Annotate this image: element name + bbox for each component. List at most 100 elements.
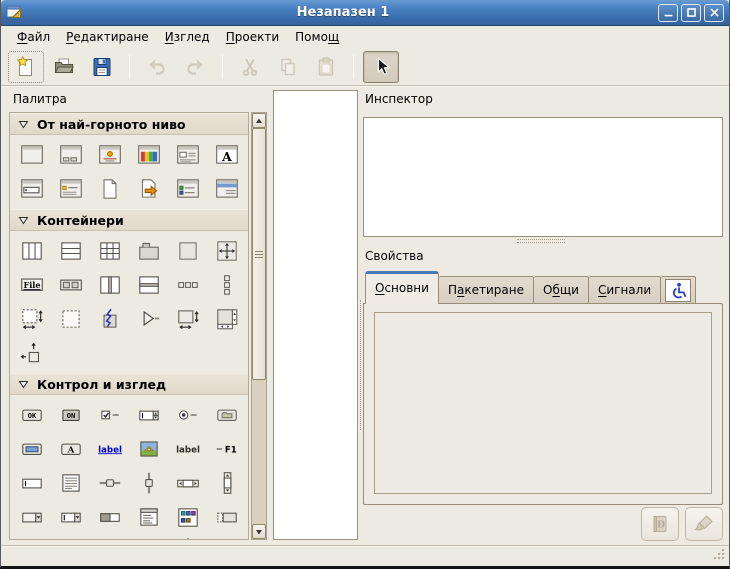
documentation-button[interactable]: D bbox=[641, 507, 679, 541]
inspector-view[interactable] bbox=[363, 117, 723, 237]
scroll-up-button[interactable] bbox=[252, 113, 266, 128]
palette-item-check-button[interactable] bbox=[90, 398, 129, 432]
copy-button[interactable] bbox=[270, 51, 306, 83]
palette-item-viewport[interactable] bbox=[51, 302, 90, 336]
tab-common[interactable]: Общи bbox=[534, 276, 589, 304]
palette-item-message-dialog[interactable] bbox=[90, 138, 129, 172]
close-icon bbox=[707, 5, 722, 20]
edit-widget-button[interactable] bbox=[685, 507, 723, 541]
palette-item-statusbar[interactable] bbox=[90, 534, 129, 540]
palette-item-vbuttonbox[interactable] bbox=[207, 268, 246, 302]
palette-item-fixed[interactable] bbox=[207, 234, 246, 268]
close-button[interactable] bbox=[704, 4, 724, 22]
palette-item-dialog[interactable] bbox=[51, 138, 90, 172]
palette-item-vbox[interactable] bbox=[51, 234, 90, 268]
palette-item-hscrollbar[interactable] bbox=[168, 466, 207, 500]
palette-item-file-chooser-button[interactable] bbox=[207, 398, 246, 432]
save-button[interactable] bbox=[84, 51, 120, 83]
palette-section-header-1[interactable]: Контейнери bbox=[10, 209, 248, 231]
palette-item-color-button[interactable] bbox=[12, 432, 51, 466]
menu-edit[interactable]: Редактиране bbox=[58, 28, 157, 46]
palette-item-hpaned[interactable] bbox=[90, 268, 129, 302]
palette-item-alignment[interactable] bbox=[12, 336, 51, 370]
palette-section-header-0[interactable]: От най-горното ниво bbox=[10, 113, 248, 135]
window-resize-grip[interactable] bbox=[711, 546, 726, 564]
layout-icon bbox=[19, 306, 45, 332]
palette-item-label[interactable]: label bbox=[168, 432, 207, 466]
palette-item-font-button[interactable]: A bbox=[51, 432, 90, 466]
palette-item-layout[interactable] bbox=[12, 302, 51, 336]
toolbar-separator bbox=[222, 55, 223, 79]
new-button[interactable] bbox=[8, 51, 44, 83]
palette-item-page[interactable] bbox=[90, 172, 129, 206]
toolbar bbox=[1, 48, 729, 86]
minimize-button[interactable] bbox=[658, 4, 678, 22]
palette-item-link-button[interactable]: label bbox=[90, 432, 129, 466]
palette-item-entry[interactable] bbox=[12, 466, 51, 500]
palette-item-spin-button[interactable] bbox=[129, 398, 168, 432]
palette-item-vscrollbar[interactable] bbox=[207, 466, 246, 500]
cut-button[interactable] bbox=[232, 51, 268, 83]
palette-item-table[interactable] bbox=[90, 234, 129, 268]
tab-general[interactable]: Основни bbox=[365, 271, 439, 304]
palette-item-assistant[interactable] bbox=[129, 172, 168, 206]
palette-item-notebook[interactable] bbox=[129, 234, 168, 268]
palette-item-recent-chooser-dialog[interactable] bbox=[168, 172, 207, 206]
palette-item-frame[interactable] bbox=[168, 234, 207, 268]
palette-item-handlebox[interactable] bbox=[90, 302, 129, 336]
palette-item-expander[interactable] bbox=[129, 302, 168, 336]
palette-item-combo-box-entry[interactable] bbox=[51, 500, 90, 534]
palette-item-hscale[interactable] bbox=[90, 466, 129, 500]
tab-packing[interactable]: Пакетиране bbox=[439, 276, 534, 304]
palette-item-file-chooser-widget[interactable] bbox=[207, 172, 246, 206]
palette-item-hbox[interactable] bbox=[12, 234, 51, 268]
palette-item-radio-button[interactable] bbox=[168, 398, 207, 432]
entry-icon bbox=[19, 470, 45, 496]
undo-button[interactable] bbox=[139, 51, 175, 83]
menu-file[interactable]: Файл bbox=[9, 28, 58, 46]
tab-accessibility[interactable] bbox=[661, 276, 696, 304]
palette-item-cell-view[interactable] bbox=[207, 500, 246, 534]
scroll-down-button[interactable] bbox=[252, 524, 266, 539]
maximize-button[interactable] bbox=[681, 4, 701, 22]
menu-projects[interactable]: Проекти bbox=[218, 28, 287, 46]
redo-button[interactable] bbox=[177, 51, 213, 83]
titlebar[interactable]: Незапазен 1 bbox=[1, 0, 729, 26]
palette-item-font-selection-dialog[interactable]: A bbox=[207, 138, 246, 172]
menu-view[interactable]: Изглед bbox=[157, 28, 218, 46]
palette-item-hbuttonbox[interactable] bbox=[168, 268, 207, 302]
palette-item-menubar[interactable]: File bbox=[12, 268, 51, 302]
palette-item-progress-bar[interactable] bbox=[90, 500, 129, 534]
pane-resize-handle-horizontal[interactable] bbox=[517, 239, 565, 243]
palette-section-header-2[interactable]: Контрол и изглед bbox=[10, 373, 248, 395]
palette-item-hseparator[interactable] bbox=[51, 534, 90, 540]
palette-item-image[interactable] bbox=[129, 432, 168, 466]
palette-item-about-dialog[interactable] bbox=[51, 172, 90, 206]
palette-item-text-view[interactable] bbox=[51, 466, 90, 500]
palette-item-combo-box[interactable] bbox=[12, 500, 51, 534]
palette-item-button[interactable]: OK bbox=[12, 398, 51, 432]
palette-item-vpaned[interactable] bbox=[129, 268, 168, 302]
project-widget-list[interactable] bbox=[273, 90, 358, 540]
palette-item-window[interactable] bbox=[12, 138, 51, 172]
palette-item-toolbar[interactable] bbox=[51, 268, 90, 302]
menu-help[interactable]: Помощ bbox=[287, 28, 347, 46]
palette-item-file-chooser-dialog[interactable] bbox=[168, 138, 207, 172]
pane-resize-handle-vertical[interactable] bbox=[357, 300, 361, 430]
palette-item-vseparator[interactable] bbox=[168, 534, 207, 540]
palette-item-scrolledwindow[interactable] bbox=[168, 302, 207, 336]
paste-button[interactable] bbox=[308, 51, 344, 83]
palette-item-tree-view[interactable] bbox=[129, 500, 168, 534]
palette-item-input-dialog[interactable] bbox=[12, 172, 51, 206]
palette-item-scrolledwindow-scrollbars[interactable] bbox=[207, 302, 246, 336]
selector-button[interactable] bbox=[363, 51, 399, 83]
palette-item-icon-view[interactable] bbox=[168, 500, 207, 534]
tab-signals[interactable]: Сигнали bbox=[589, 276, 661, 304]
palette-item-toggle-button[interactable]: ON bbox=[51, 398, 90, 432]
scrollbar-thumb[interactable] bbox=[252, 128, 266, 380]
palette-item-accel-label[interactable]: F1 bbox=[207, 432, 246, 466]
palette-item-color-selection-dialog[interactable] bbox=[129, 138, 168, 172]
palette-scrollbar[interactable] bbox=[251, 112, 267, 540]
palette-item-vscale[interactable] bbox=[129, 466, 168, 500]
open-button[interactable] bbox=[46, 51, 82, 83]
